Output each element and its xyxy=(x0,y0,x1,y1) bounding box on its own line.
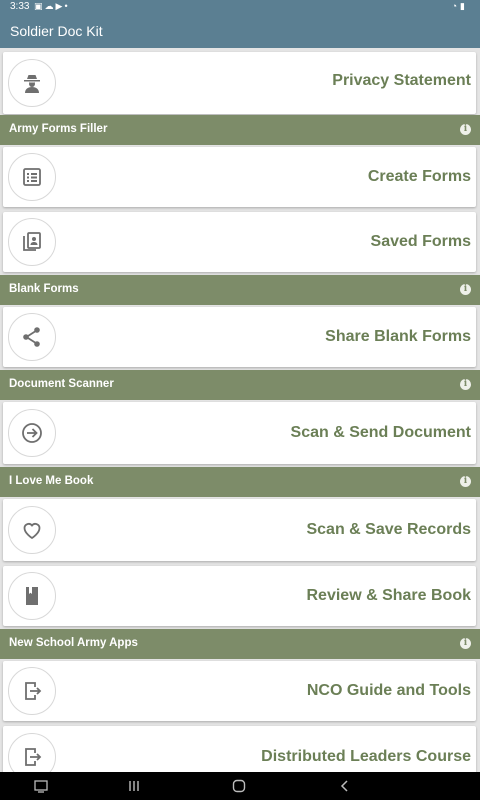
book-icon xyxy=(8,572,56,620)
section-title: Army Forms Filler xyxy=(9,123,108,135)
recents-icon[interactable] xyxy=(126,778,142,794)
exit-app-icon xyxy=(8,733,56,772)
info-icon[interactable]: i xyxy=(460,379,471,390)
exit-app-icon xyxy=(8,667,56,715)
info-icon[interactable]: i xyxy=(460,638,471,649)
saved-forms-card[interactable]: Saved Forms xyxy=(3,212,476,272)
nco-guide-label: NCO Guide and Tools xyxy=(306,682,471,699)
dot-icon: • xyxy=(64,1,70,11)
section-title: Blank Forms xyxy=(9,283,79,295)
cloud-icon: ☁ xyxy=(44,1,56,11)
arrow-circle-icon xyxy=(8,409,56,457)
info-icon[interactable]: i xyxy=(460,284,471,295)
section-title: Document Scanner xyxy=(9,378,114,390)
section-document-scanner: Document Scanner i xyxy=(0,370,480,400)
scan-send-document-card[interactable]: Scan & Send Document xyxy=(3,402,476,464)
info-icon[interactable]: i xyxy=(460,476,471,487)
distributed-leaders-course-label: Distributed Leaders Course xyxy=(261,748,471,765)
main-list[interactable]: Privacy Statement Army Forms Filler i Cr… xyxy=(0,48,480,772)
app-bar: Soldier Doc Kit xyxy=(0,14,480,48)
saved-doc-icon xyxy=(8,218,56,266)
notification-icons: ▣☁▶• xyxy=(34,1,70,12)
share-icon xyxy=(8,313,56,361)
section-blank-forms: Blank Forms i xyxy=(0,275,480,305)
system-icons: ◔▮ xyxy=(452,1,468,12)
spy-icon xyxy=(8,59,56,107)
battery-icon: ▮ xyxy=(460,1,468,11)
status-time: 3:33 xyxy=(10,1,30,12)
scan-save-records-label: Scan & Save Records xyxy=(306,521,471,538)
create-forms-label: Create Forms xyxy=(367,168,471,185)
review-share-book-card[interactable]: Review & Share Book xyxy=(3,566,476,626)
distributed-leaders-course-card[interactable]: Distributed Leaders Course xyxy=(3,726,476,772)
app-title: Soldier Doc Kit xyxy=(10,23,103,39)
list-icon xyxy=(8,153,56,201)
section-title: New School Army Apps xyxy=(9,637,138,649)
scan-save-records-card[interactable]: Scan & Save Records xyxy=(3,499,476,561)
screenshot-icon[interactable] xyxy=(33,778,49,794)
saved-forms-label: Saved Forms xyxy=(370,233,471,250)
heart-icon xyxy=(8,506,56,554)
image-icon: ▣ xyxy=(34,1,45,11)
share-blank-forms-card[interactable]: Share Blank Forms xyxy=(3,307,476,367)
section-i-love-me-book: I Love Me Book i xyxy=(0,467,480,497)
privacy-statement-label: Privacy Statement xyxy=(332,72,471,89)
navigation-bar xyxy=(0,772,480,800)
section-title: I Love Me Book xyxy=(9,475,94,487)
scan-send-document-label: Scan & Send Document xyxy=(290,424,471,441)
back-icon[interactable] xyxy=(337,778,353,794)
section-new-school-army-apps: New School Army Apps i xyxy=(0,629,480,659)
share-blank-forms-label: Share Blank Forms xyxy=(325,328,471,345)
nco-guide-card[interactable]: NCO Guide and Tools xyxy=(3,661,476,721)
section-army-forms-filler: Army Forms Filler i xyxy=(0,115,480,145)
home-icon[interactable] xyxy=(231,778,247,794)
review-share-book-label: Review & Share Book xyxy=(306,587,472,604)
status-bar: 3:33 ▣☁▶• ◔▮ xyxy=(0,0,480,14)
create-forms-card[interactable]: Create Forms xyxy=(3,147,476,207)
wifi-icon: ◔ xyxy=(451,1,461,11)
privacy-statement-card[interactable]: Privacy Statement xyxy=(3,52,476,114)
info-icon[interactable]: i xyxy=(460,124,471,135)
